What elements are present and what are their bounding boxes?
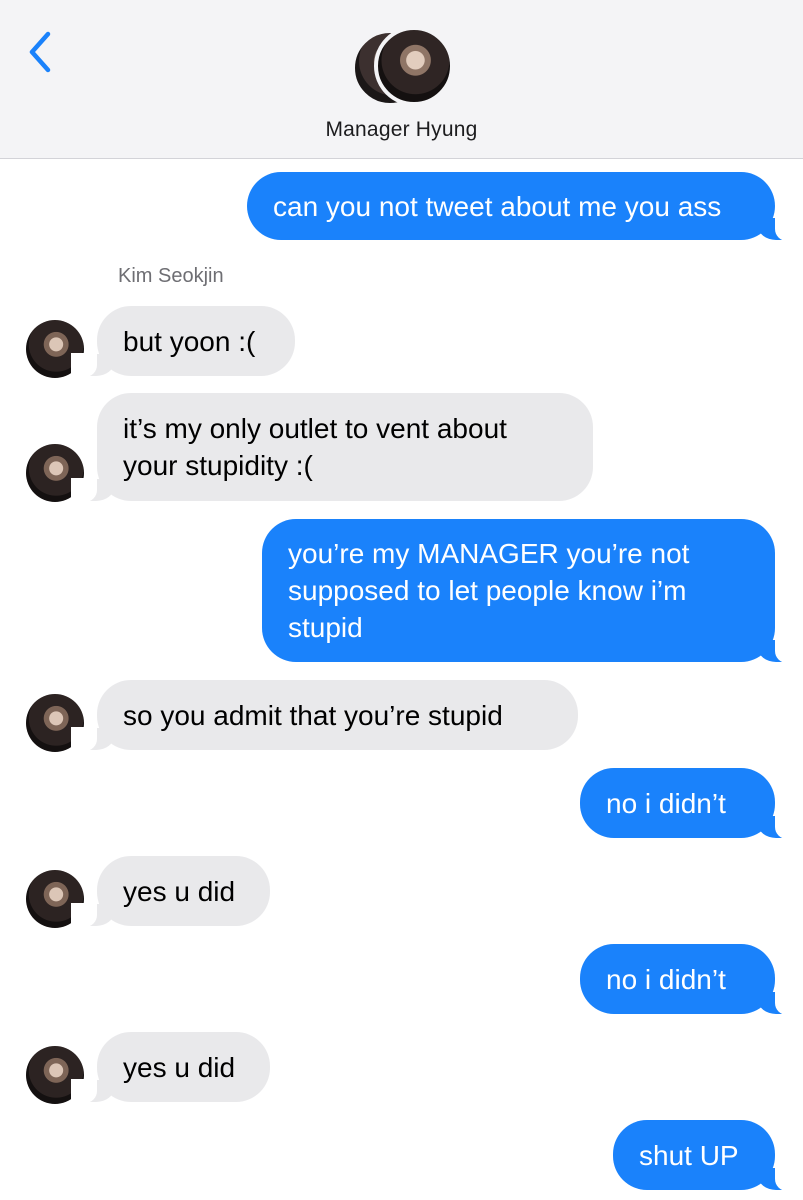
message-bubble-sent[interactable]: can you not tweet about me you ass bbox=[247, 172, 801, 241]
back-button[interactable] bbox=[24, 30, 58, 74]
conversation-header: Manager Hyung bbox=[0, 0, 803, 159]
message-bubble-sent[interactable]: no i didn’t bbox=[580, 768, 801, 839]
message-bubble-sent[interactable]: you’re my MANAGER you’re not supposed to… bbox=[262, 519, 801, 663]
message-text: no i didn’t bbox=[606, 788, 726, 819]
message-bubble-received[interactable]: so you admit that you’re stupid bbox=[71, 680, 578, 751]
message-text: no i didn’t bbox=[606, 964, 726, 995]
message-bubble-sent[interactable]: shut UP bbox=[613, 1120, 801, 1191]
message-bubble-received[interactable]: yes u did bbox=[71, 856, 270, 927]
message-text: it’s my only outlet to vent about your s… bbox=[123, 413, 507, 481]
avatar bbox=[374, 26, 454, 106]
sender-name: Kim Seokjin bbox=[118, 265, 224, 287]
chevron-left-icon bbox=[29, 31, 51, 73]
message-text: you’re my MANAGER you’re not supposed to… bbox=[288, 538, 690, 643]
message-text: can you not tweet about me you ass bbox=[273, 191, 722, 222]
contact-avatar-group[interactable] bbox=[352, 26, 454, 106]
message-bubble-received[interactable]: yes u did bbox=[71, 1032, 270, 1103]
message-text: so you admit that you’re stupid bbox=[123, 700, 503, 731]
message-bubble-received[interactable]: but yoon :( bbox=[71, 306, 295, 377]
message-text: but yoon :( bbox=[123, 326, 256, 357]
contact-name[interactable]: Manager Hyung bbox=[0, 118, 803, 142]
message-text: yes u did bbox=[123, 876, 236, 907]
message-text: yes u did bbox=[123, 1052, 236, 1083]
message-text: shut UP bbox=[639, 1140, 739, 1171]
message-bubble-received[interactable]: it’s my only outlet to vent about your s… bbox=[71, 393, 593, 502]
message-bubble-sent[interactable]: no i didn’t bbox=[580, 944, 801, 1015]
